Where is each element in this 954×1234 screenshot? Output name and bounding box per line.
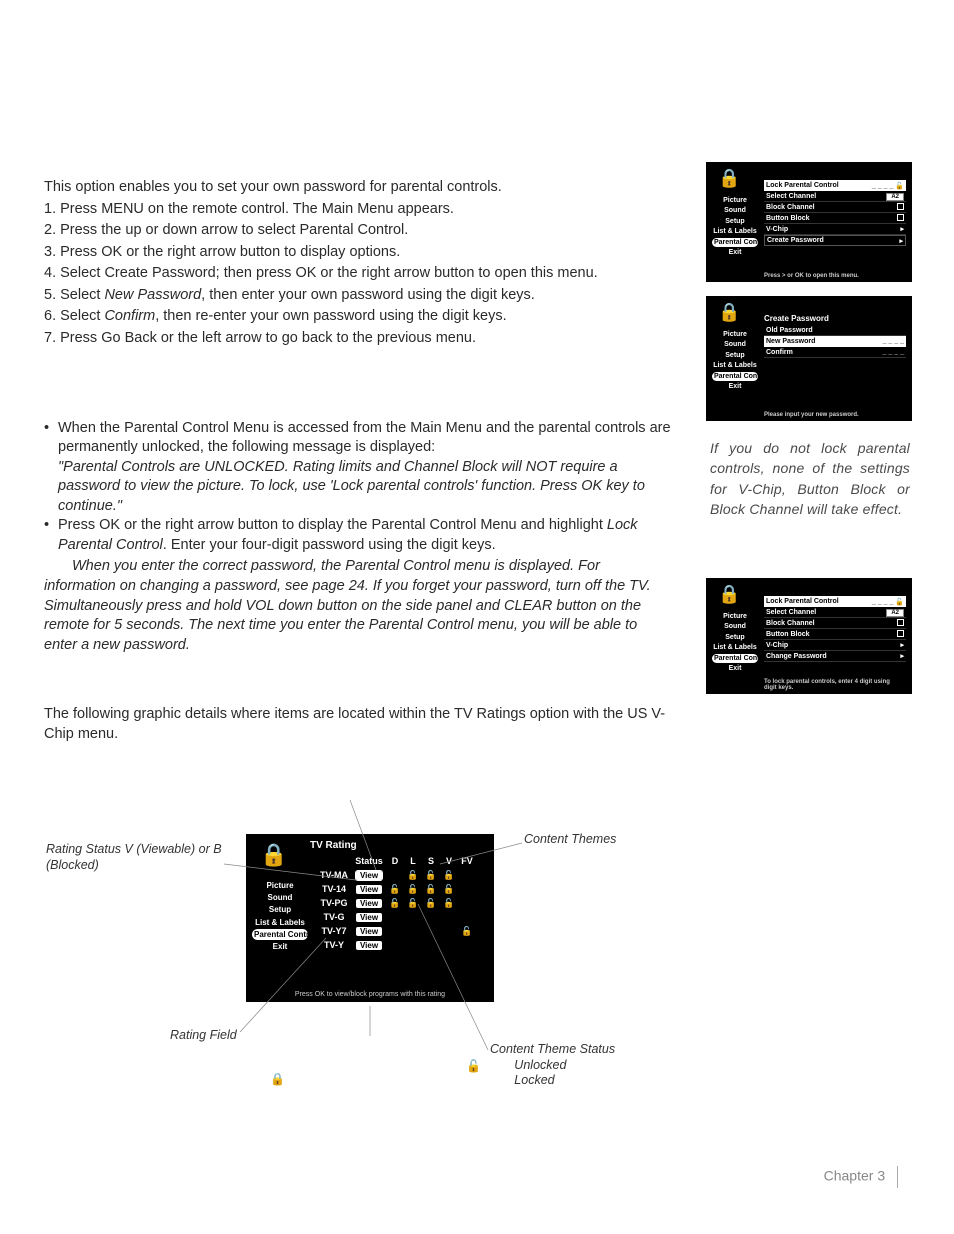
mini-sidebar: Picture Sound Setup List & Labels Parent… — [712, 330, 758, 393]
label-rating-field: Rating Field — [170, 1028, 237, 1044]
mini-footer: Please input your new password. — [764, 412, 904, 418]
lock-icon: 🔒 — [260, 842, 287, 868]
side-note: If you do not lock parental controls, no… — [710, 438, 910, 519]
lock-icon: 🔒 — [718, 302, 740, 323]
label-theme-status: Content Theme Status Unlocked Locked — [490, 1042, 615, 1089]
label-rating-status: Rating Status V (Viewable) or B (Blocked… — [46, 842, 226, 873]
step-3: 3. Press OK or the right arrow button to… — [44, 243, 674, 263]
tvbox-footer: Press OK to view/block programs with thi… — [246, 991, 494, 998]
menu-screenshot-enter-password: 🔒 Picture Sound Setup List & Labels Pare… — [706, 296, 912, 421]
note-bullet-1: • When the Parental Control Menu is acce… — [44, 419, 674, 517]
mini-footer: Press > or OK to open this menu. — [764, 273, 904, 279]
step-2: 2. Press the up or down arrow to select … — [44, 221, 674, 241]
tv-rating-graphic: 🔒 TV Rating Picture Sound Setup List & L… — [246, 834, 494, 1002]
step-7: 7. Press Go Back or the left arrow to go… — [44, 329, 674, 349]
step-1: 1. Press MENU on the remote control. The… — [44, 200, 674, 220]
note-paragraph: When you enter the correct password, the… — [44, 557, 674, 655]
mini-sidebar: Picture Sound Setup List & Labels Parent… — [712, 196, 758, 259]
step-5: 5. Select New Password, then enter your … — [44, 286, 674, 306]
chapter-label: Chapter 3 — [824, 1168, 885, 1184]
lock-icon: 🔒 — [718, 584, 740, 605]
menu-screenshot-create-password: 🔒 Picture Sound Setup List & Labels Pare… — [706, 162, 912, 282]
unlocked-icon: 🔓 — [466, 1059, 481, 1073]
tvbox-sidebar: Picture Sound Setup List & Labels Parent… — [252, 880, 308, 953]
lock-icon: 🔒 — [718, 168, 740, 189]
intro-text: This option enables you to set your own … — [44, 178, 674, 198]
tvbox-title: TV Rating — [310, 840, 357, 851]
mini-sidebar: Picture Sound Setup List & Labels Parent… — [712, 612, 758, 675]
note-bullet-2: • Press OK or the right arrow button to … — [44, 516, 674, 555]
steps-list: 1. Press MENU on the remote control. The… — [44, 200, 674, 349]
step-6: 6. Select Confirm, then re-enter your ow… — [44, 307, 674, 327]
locked-icon: 🔒 — [270, 1072, 285, 1086]
us-vchip-intro: The following graphic details where item… — [44, 705, 674, 744]
menu-screenshot-change-password: 🔒 Picture Sound Setup List & Labels Pare… — [706, 578, 912, 694]
step-4: 4. Select Create Password; then press OK… — [44, 264, 674, 284]
notes-section: • When the Parental Control Menu is acce… — [44, 419, 674, 656]
main-text-column: This option enables you to set your own … — [44, 178, 674, 746]
label-content-themes: Content Themes — [524, 832, 616, 848]
mini-footer: To lock parental controls, enter 4 digit… — [764, 679, 904, 691]
page-footer: Chapter 3 — [824, 1166, 906, 1188]
